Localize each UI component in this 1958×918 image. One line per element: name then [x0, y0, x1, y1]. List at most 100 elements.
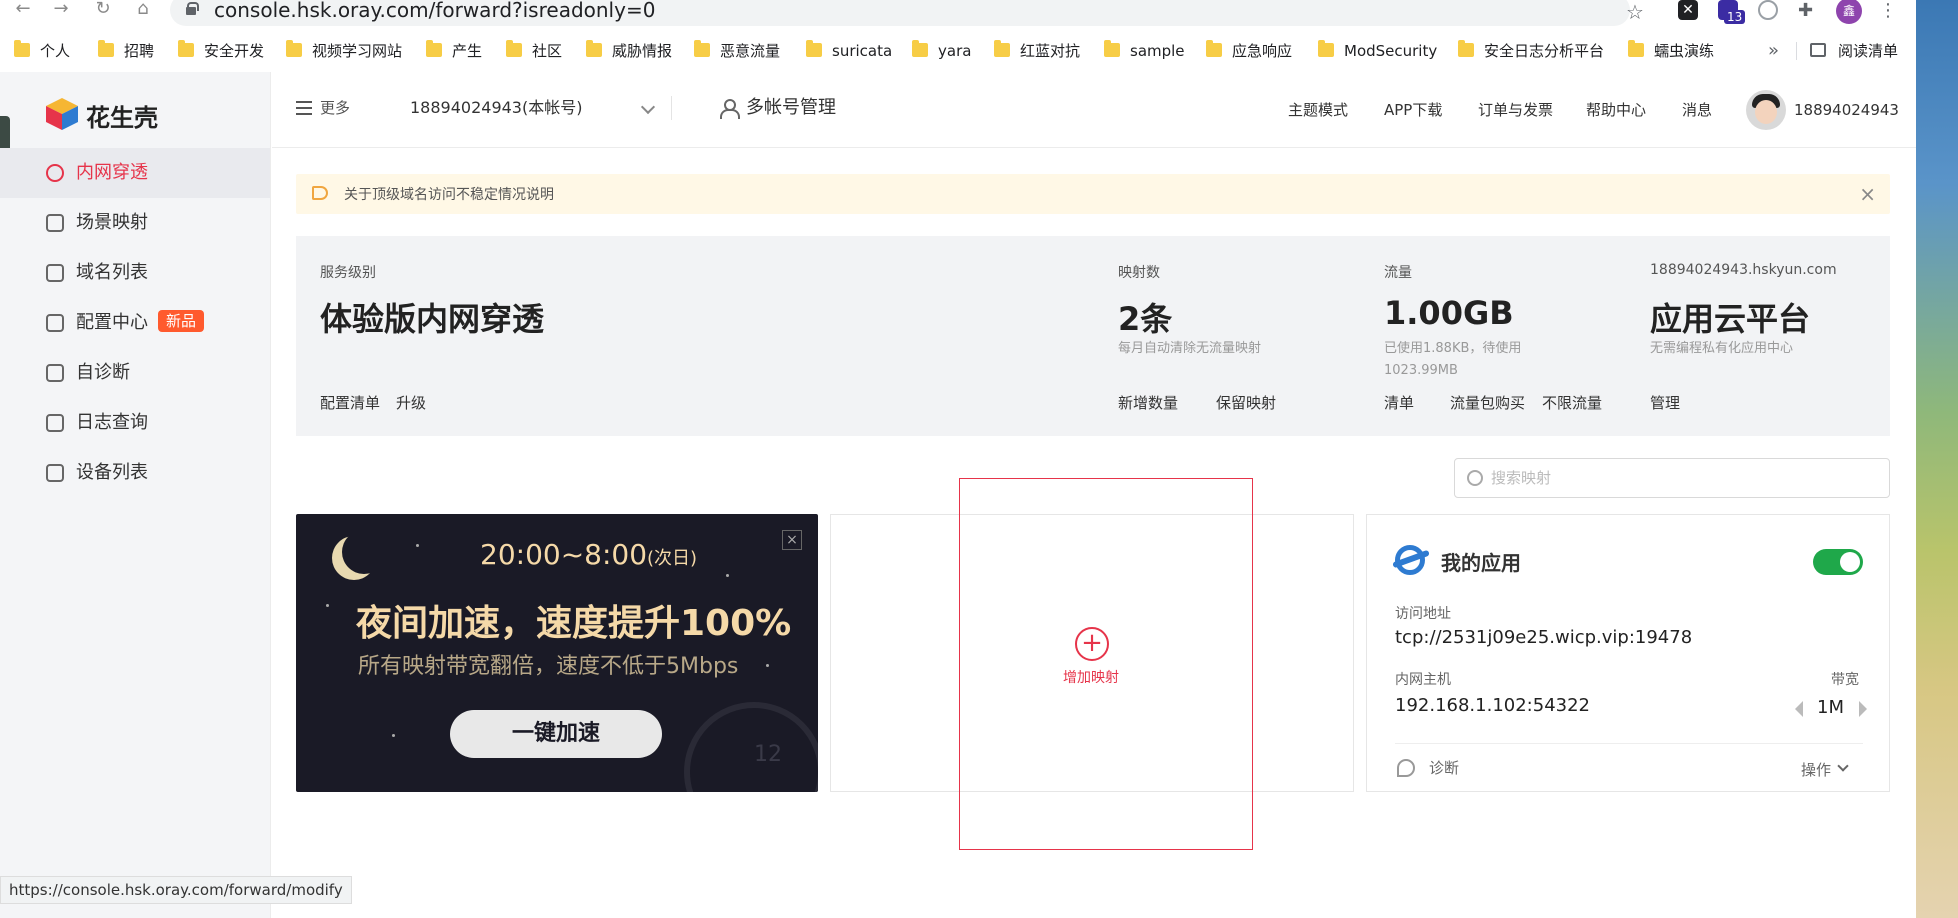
browser-menu-icon[interactable]: ⋮ [1878, 0, 1898, 21]
close-icon[interactable]: × [782, 530, 802, 550]
bookmarks-more-icon[interactable]: » [1768, 39, 1779, 63]
bookmark-folder[interactable]: 应急响应 [1206, 39, 1292, 63]
sidebar-item-devices[interactable]: 设备列表 [0, 448, 270, 498]
home-icon[interactable]: ⌂ [132, 0, 154, 22]
messages-link[interactable]: 消息 [1682, 98, 1712, 122]
sidebar-item-intranet[interactable]: 内网穿透 [0, 148, 270, 198]
folder-icon [98, 40, 114, 57]
notice-banner: 关于顶级域名访问不稳定情况说明 × [296, 174, 1890, 214]
manage-link[interactable]: 管理 [1650, 392, 1680, 413]
bookmark-folder[interactable]: 个人 [14, 39, 70, 63]
avatar[interactable] [1746, 90, 1786, 130]
extension-circle-icon[interactable] [1758, 0, 1778, 20]
search-input[interactable] [1491, 459, 1871, 497]
star-dot [726, 574, 729, 577]
diagnose-button[interactable]: 诊断 [1397, 757, 1459, 778]
bookmark-folder[interactable]: yara [912, 39, 971, 63]
folder-icon [1628, 40, 1644, 57]
bookmark-folder[interactable]: 招聘 [98, 39, 154, 63]
folder-icon [178, 40, 194, 57]
bandwidth-decrease-icon[interactable] [1795, 701, 1803, 717]
star-dot [392, 734, 395, 737]
traffic-remaining: 1023.99MB [1384, 363, 1458, 378]
address-bar[interactable]: console.hsk.oray.com/forward?isreadonly=… [170, 0, 1630, 26]
extensions-puzzle-icon[interactable]: ✚ [1798, 0, 1818, 21]
mappings-sub: 每月自动清除无流量映射 [1118, 341, 1262, 356]
moon-icon [342, 530, 386, 574]
bookmark-folder[interactable]: suricata [806, 39, 892, 63]
bookmark-folder[interactable]: 恶意流量 [694, 39, 780, 63]
bookmark-folder[interactable]: 产生 [426, 39, 482, 63]
close-icon[interactable]: × [1859, 182, 1876, 206]
access-address-value[interactable]: tcp://2531j09e25.wicp.vip:19478 [1395, 627, 1692, 648]
bookmark-folder[interactable]: 红蓝对抗 [994, 39, 1080, 63]
sidebar-item-config[interactable]: 配置中心 新品 [0, 298, 270, 348]
unlimited-traffic-link[interactable]: 不限流量 [1542, 392, 1602, 413]
domain-icon [46, 264, 64, 282]
back-icon[interactable]: ← [12, 0, 34, 22]
folder-icon [586, 40, 602, 57]
help-center-link[interactable]: 帮助中心 [1586, 98, 1646, 122]
bookmark-star-icon[interactable]: ☆ [1626, 0, 1644, 24]
config-list-link[interactable]: 配置清单 [320, 392, 380, 413]
traffic-label: 流量 [1384, 265, 1412, 281]
bookmarks-divider [1796, 42, 1797, 60]
theme-mode-link[interactable]: 主题模式 [1288, 98, 1348, 122]
host-value: 192.168.1.102:54322 [1395, 695, 1591, 716]
upgrade-link[interactable]: 升级 [396, 392, 426, 413]
logo-text: 花生壳 [86, 104, 158, 132]
folder-icon [1458, 40, 1474, 57]
bookmark-folder[interactable]: sample [1104, 39, 1185, 63]
bookmark-folder[interactable]: 安全开发 [178, 39, 264, 63]
topbar: 更多 18894024943(本帐号) 多帐号管理 主题模式 APP下载 订单与… [272, 72, 1916, 148]
bookmark-folder[interactable]: 蠕虫演练 [1628, 39, 1714, 63]
folder-icon [14, 40, 30, 57]
keep-mapping-link[interactable]: 保留映射 [1216, 392, 1276, 413]
more-menu-button[interactable]: 更多 [296, 96, 350, 120]
address-url[interactable]: console.hsk.oray.com/forward?isreadonly=… [214, 0, 655, 22]
add-quantity-link[interactable]: 新增数量 [1118, 392, 1178, 413]
extension-cap-icon[interactable]: 13 [1718, 0, 1746, 24]
traffic-value: 1.00GB [1384, 294, 1514, 332]
folder-icon [1104, 40, 1120, 57]
reload-icon[interactable]: ↻ [92, 0, 114, 22]
folder-icon [694, 40, 710, 57]
forward-icon[interactable]: → [50, 0, 72, 22]
bandwidth-increase-icon[interactable] [1859, 701, 1867, 717]
bookmark-folder[interactable]: 社区 [506, 39, 562, 63]
reading-list-icon [1810, 43, 1826, 57]
promo-banner[interactable]: 12 20:00~8:00(次日) 夜间加速，速度提升100% 所有映射带宽翻倍… [296, 514, 818, 792]
notice-text[interactable]: 关于顶级域名访问不稳定情况说明 [344, 184, 554, 204]
multi-account-button[interactable]: 多帐号管理 [720, 96, 836, 120]
lock-icon [186, 2, 199, 15]
logo-cube-icon [46, 98, 78, 130]
extension-x-icon[interactable]: ✕ [1678, 0, 1698, 20]
app-download-link[interactable]: APP下载 [1384, 98, 1442, 122]
operations-dropdown[interactable]: 操作 [1801, 759, 1849, 780]
sidebar-item-logs[interactable]: 日志查询 [0, 398, 270, 448]
boost-button[interactable]: 一键加速 [450, 710, 662, 758]
star-dot [326, 604, 329, 607]
bookmark-folder[interactable]: 视频学习网站 [286, 39, 402, 63]
diagnose-icon [46, 364, 64, 382]
reading-list[interactable]: 阅读清单 [1808, 39, 1898, 63]
bookmark-folder[interactable]: ModSecurity [1318, 39, 1437, 63]
host-label: 内网主机 [1395, 672, 1451, 688]
profile-avatar[interactable]: 鑫 [1836, 0, 1862, 24]
bookmarks-bar: 个人 招聘 安全开发 视频学习网站 产生 社区 威胁情报 恶意流量 surica… [0, 36, 1920, 66]
app-enable-toggle[interactable] [1813, 549, 1863, 575]
username[interactable]: 18894024943 [1794, 98, 1899, 122]
bookmark-folder[interactable]: 威胁情报 [586, 39, 672, 63]
hamburger-icon [296, 101, 312, 115]
buy-traffic-link[interactable]: 流量包购买 [1450, 392, 1525, 413]
device-icon [46, 464, 64, 482]
sidebar-item-scene[interactable]: 场景映射 [0, 198, 270, 248]
promo-time: 20:00~8:00(次日) [480, 538, 698, 571]
bookmark-folder[interactable]: 安全日志分析平台 [1458, 39, 1604, 63]
orders-invoice-link[interactable]: 订单与发票 [1478, 98, 1553, 122]
sidebar-item-domains[interactable]: 域名列表 [0, 248, 270, 298]
account-select[interactable]: 18894024943(本帐号) [410, 96, 672, 120]
sidebar-item-diagnose[interactable]: 自诊断 [0, 348, 270, 398]
status-bar-url: https://console.hsk.oray.com/forward/mod… [0, 876, 352, 904]
traffic-list-link[interactable]: 清单 [1384, 392, 1414, 413]
